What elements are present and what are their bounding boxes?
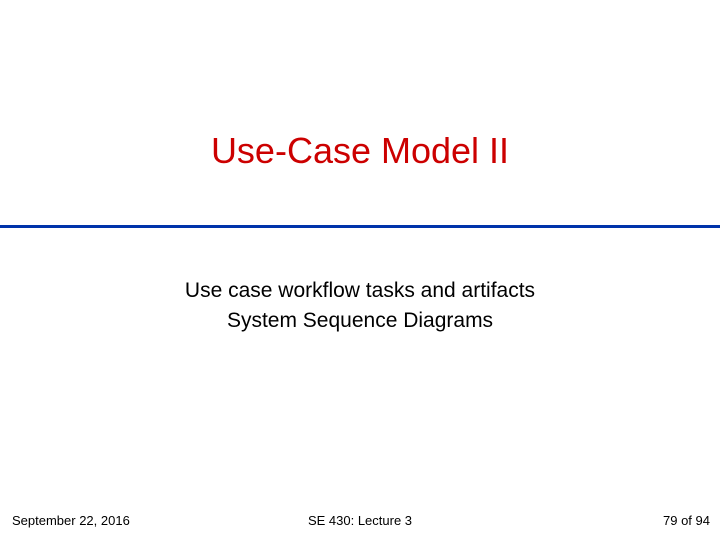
title-divider bbox=[0, 225, 720, 228]
slide-title: Use-Case Model II bbox=[0, 0, 720, 204]
footer-page-number: 79 of 94 bbox=[663, 513, 710, 528]
footer-course: SE 430: Lecture 3 bbox=[308, 513, 412, 528]
body-line-1: Use case workflow tasks and artifacts bbox=[0, 276, 720, 306]
slide-container: Use-Case Model II Use case workflow task… bbox=[0, 0, 720, 540]
body-line-2: System Sequence Diagrams bbox=[0, 306, 720, 336]
slide-body: Use case workflow tasks and artifacts Sy… bbox=[0, 276, 720, 337]
footer-date: September 22, 2016 bbox=[12, 513, 130, 528]
